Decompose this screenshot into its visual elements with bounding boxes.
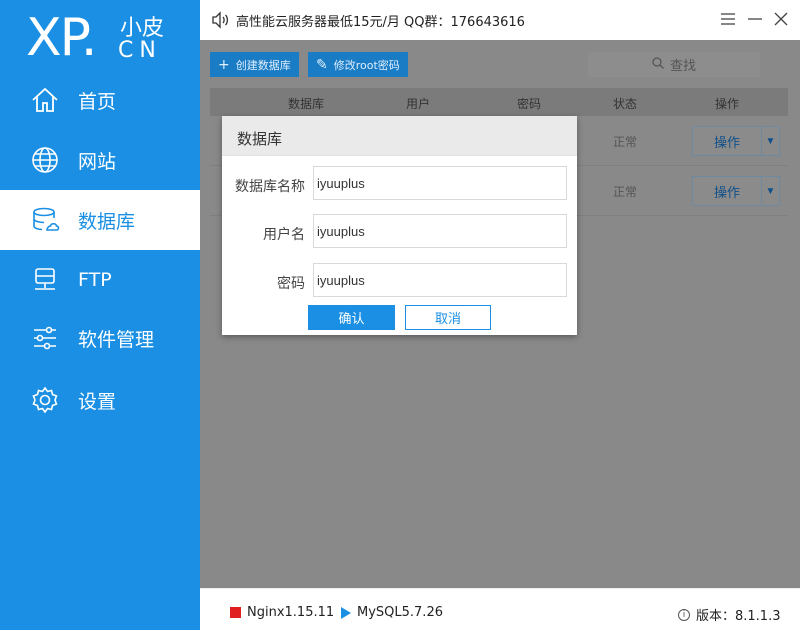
column-header: 密码 [517, 97, 542, 111]
sidebar-item-label: 首页 [78, 90, 117, 113]
sidebar-item-home[interactable]: 首页 [0, 70, 200, 130]
close-button[interactable] [770, 8, 792, 30]
notice-text[interactable]: 高性能云服务器最低15元/月 QQ群：176643616 [236, 11, 525, 30]
dialog-header: 数据库 [222, 116, 577, 156]
speaker-icon [210, 10, 230, 30]
status-text: 正常 [613, 135, 638, 149]
stopped-icon [230, 607, 241, 618]
menu-button[interactable] [717, 8, 739, 30]
database-name-label: 数据库名称 [235, 179, 305, 195]
minimize-button[interactable] [744, 8, 766, 30]
change-root-password-button[interactable]: ✎ 修改root密码 [308, 52, 408, 77]
username-label: 用户名 [263, 227, 305, 243]
database-icon [28, 203, 62, 237]
sliders-icon [28, 321, 62, 355]
sidebar-item-settings[interactable]: 设置 [0, 370, 200, 430]
create-database-button[interactable]: + 创建数据库 [210, 52, 299, 77]
sidebar-item-label: 数据库 [78, 210, 136, 233]
info-icon: i [678, 608, 690, 621]
top-bar: 高性能云服务器最低15元/月 QQ群：176643616 [200, 0, 800, 40]
sidebar-item-ftp[interactable]: FTP [0, 250, 200, 310]
sidebar-item-label: 软件管理 [78, 328, 155, 351]
action-button[interactable]: 操作 [692, 126, 762, 156]
sidebar: XP. 小皮 CN 首页 网站 数据库 FTP 软件管理 设置 [0, 0, 200, 630]
search-label: 查找 [669, 59, 696, 74]
create-database-label: 创建数据库 [235, 58, 291, 72]
search-button[interactable]: 查找 [588, 52, 760, 77]
pencil-icon: ✎ [316, 56, 328, 73]
column-header: 操作 [715, 97, 740, 111]
version-label: 版本：8.1.1.3 [696, 609, 781, 624]
table-header: 数据库 用户 密码 状态 操作 [210, 88, 788, 116]
status-text: 正常 [613, 185, 638, 199]
search-icon [652, 56, 664, 73]
gear-icon [28, 383, 62, 417]
action-dropdown-button[interactable]: ▼ [762, 176, 780, 206]
password-input[interactable] [313, 263, 567, 297]
app-logo: XP. 小皮 CN [26, 8, 176, 68]
server-icon [28, 263, 62, 297]
plus-icon: + [218, 56, 230, 73]
mysql-status[interactable]: MySQL5.7.26 [341, 605, 443, 620]
status-bar: Nginx1.15.11 MySQL5.7.26 i 版本：8.1.1.3 [200, 588, 800, 630]
logo-text-bottom: CN [118, 38, 162, 63]
confirm-button[interactable]: 确认 [308, 305, 395, 330]
nginx-label: Nginx1.15.11 [247, 605, 335, 620]
change-root-password-label: 修改root密码 [333, 58, 400, 72]
dialog-title: 数据库 [237, 130, 283, 148]
column-header: 数据库 [288, 97, 325, 111]
column-header: 用户 [406, 97, 431, 111]
sidebar-item-database[interactable]: 数据库 [0, 190, 200, 250]
action-button[interactable]: 操作 [692, 176, 762, 206]
sidebar-item-software[interactable]: 软件管理 [0, 308, 200, 368]
password-label: 密码 [277, 276, 305, 292]
database-dialog: 数据库 数据库名称 用户名 密码 确认 取消 [222, 116, 577, 335]
home-icon [28, 83, 62, 117]
mysql-label: MySQL5.7.26 [357, 605, 443, 620]
version-info: i 版本：8.1.1.3 [678, 605, 780, 624]
cancel-button[interactable]: 取消 [405, 305, 491, 330]
column-header: 状态 [613, 97, 638, 111]
database-name-input[interactable] [313, 166, 567, 200]
logo-mark: XP. [26, 8, 97, 68]
globe-icon [28, 143, 62, 177]
running-icon [341, 606, 351, 619]
sidebar-item-label: FTP [78, 269, 112, 291]
nginx-status[interactable]: Nginx1.15.11 [230, 605, 334, 620]
action-dropdown-button[interactable]: ▼ [762, 126, 780, 156]
sidebar-item-label: 设置 [78, 390, 117, 413]
sidebar-item-website[interactable]: 网站 [0, 130, 200, 190]
sidebar-item-label: 网站 [78, 150, 117, 173]
username-input[interactable] [313, 214, 567, 248]
